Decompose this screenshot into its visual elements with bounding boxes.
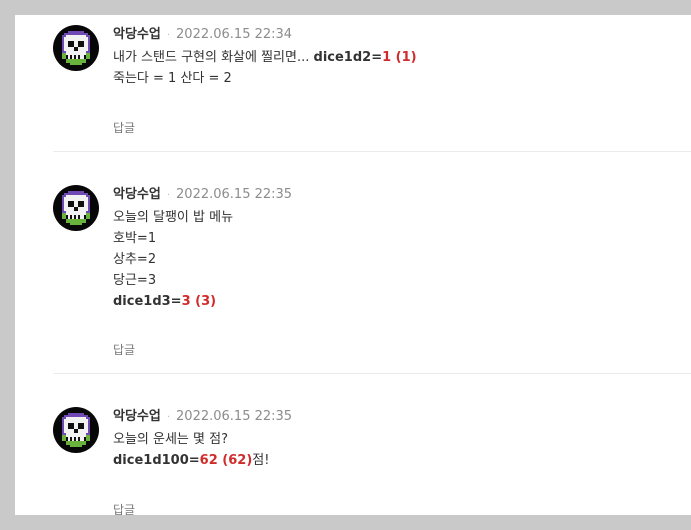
- pixel-skull-icon: [62, 191, 90, 225]
- comment-line: 호박=1: [113, 231, 157, 246]
- reply-button[interactable]: 답글: [113, 119, 135, 136]
- dice-label: dice1d100=: [113, 453, 200, 468]
- reply-button[interactable]: 답글: [113, 501, 135, 518]
- comment-divider: [53, 373, 691, 374]
- reply-button[interactable]: 답글: [113, 341, 135, 358]
- comment-line: 오늘의 운세는 몇 점?: [113, 432, 228, 447]
- comment-suffix: 점!: [252, 453, 270, 468]
- comment-line-text: 내가 스탠드 구현의 화살에 찔리면...: [113, 50, 310, 65]
- comment-text: 내가 스탠드 구현의 화살에 찔리면... dice1d2=1 (1) 죽는다 …: [113, 47, 673, 89]
- comment-line: 상추=2: [113, 252, 157, 267]
- comment-body: 악당수업 · 2022.06.15 22:35 오늘의 운세는 몇 점? dice1…: [113, 407, 673, 517]
- comment-date: 2022.06.15 22:35: [176, 409, 293, 424]
- pixel-skull-icon: [62, 413, 90, 447]
- dice-label: dice1d2=: [313, 50, 383, 65]
- comment-line: 죽는다 = 1 산다 = 2: [113, 71, 232, 86]
- dice-result: 3 (3): [181, 294, 217, 309]
- dice-result: 62 (62): [199, 453, 253, 468]
- dice-label: dice1d3=: [113, 294, 182, 309]
- comment-date: 2022.06.15 22:34: [176, 27, 293, 42]
- comment-meta: 악당수업 · 2022.06.15 22:35: [113, 185, 673, 205]
- comment-text: 오늘의 달팽이 밥 메뉴 호박=1 상추=2 당근=3 dice1d3=3 (3…: [113, 207, 673, 312]
- comment-author[interactable]: 악당수업: [113, 27, 161, 42]
- comment-body: 악당수업 · 2022.06.15 22:34 내가 스탠드 구현의 화살에 찔리면…: [113, 25, 673, 135]
- avatar[interactable]: [53, 25, 99, 71]
- meta-separator: ·: [166, 412, 171, 423]
- comment-panel: 악당수업 · 2022.06.15 22:34 내가 스탠드 구현의 화살에 찔리면…: [15, 15, 691, 517]
- comment-line: 당근=3: [113, 273, 157, 288]
- comment-meta: 악당수업 · 2022.06.15 22:34: [113, 25, 673, 45]
- comment-line: dice1d3=3 (3): [113, 291, 673, 312]
- avatar[interactable]: [53, 185, 99, 231]
- comment-line: dice1d100=62 (62)점!: [113, 450, 673, 471]
- meta-separator: ·: [166, 30, 171, 41]
- comment-text: 오늘의 운세는 몇 점? dice1d100=62 (62)점!: [113, 429, 673, 471]
- comment-author[interactable]: 악당수업: [113, 409, 161, 424]
- pixel-skull-icon: [62, 31, 90, 65]
- dice-result: 1 (1): [382, 50, 417, 65]
- comment-divider: [53, 151, 691, 152]
- avatar[interactable]: [53, 407, 99, 453]
- comment-date: 2022.06.15 22:35: [176, 187, 293, 202]
- comment-body: 악당수업 · 2022.06.15 22:35 오늘의 달팽이 밥 메뉴 호박=1 …: [113, 185, 673, 357]
- comment-line: 내가 스탠드 구현의 화살에 찔리면... dice1d2=1 (1): [113, 47, 673, 68]
- comment-meta: 악당수업 · 2022.06.15 22:35: [113, 407, 673, 427]
- comment-author[interactable]: 악당수업: [113, 187, 161, 202]
- meta-separator: ·: [166, 190, 171, 201]
- comment-line: 오늘의 달팽이 밥 메뉴: [113, 210, 234, 225]
